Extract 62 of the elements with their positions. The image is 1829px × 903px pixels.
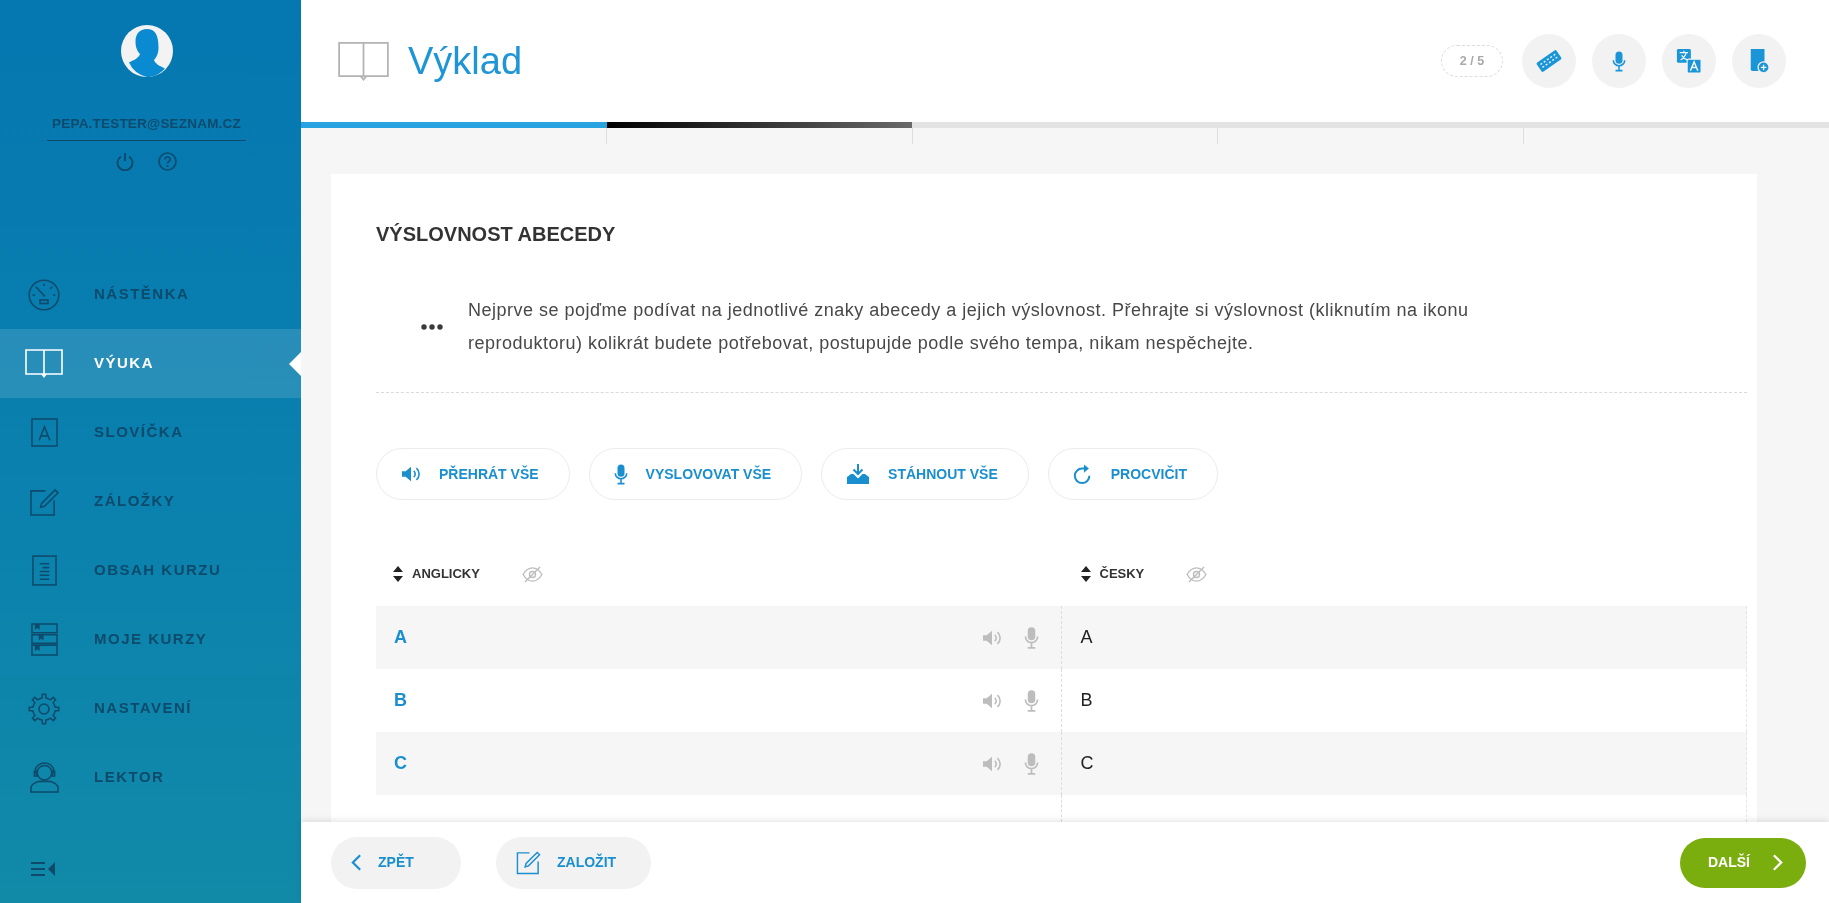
microphone-icon[interactable] <box>1023 626 1039 649</box>
czech-letter: C <box>1080 752 1094 775</box>
czech-letter: B <box>1080 689 1093 712</box>
bookmark-list-icon <box>30 623 58 656</box>
pointer-triangle-icon <box>289 352 301 376</box>
sidebar-item[interactable]: VÝUKA <box>0 329 301 398</box>
speaker-icon[interactable] <box>981 628 1002 647</box>
open-book-icon <box>338 41 389 81</box>
sidebar-item[interactable]: SLOVÍČKA <box>0 398 301 467</box>
power-icon[interactable] <box>116 152 134 171</box>
help-icon[interactable] <box>158 152 177 171</box>
next-button[interactable]: DALŠÍ <box>1680 837 1806 888</box>
note-pencil-icon <box>28 487 60 516</box>
speaker-icon[interactable] <box>981 754 1002 773</box>
translate-icon <box>1676 48 1702 74</box>
sidebar-item[interactable]: NASTAVENÍ <box>0 674 301 743</box>
english-letter: A <box>394 626 407 649</box>
download-tray-icon <box>846 463 871 485</box>
intro-paragraph: Nejprve se pojďme podívat na jednotlivé znaky abecedy a jejich výslovnost. Přehrajte si výslovnost (kliknutím na ikonu reproduktoru) kolikrát budete potřebovat, postupujde podle svého tempa, nikam nespěchejte. <box>468 299 1470 355</box>
open-book-icon <box>25 349 63 378</box>
column-label: ČESKY <box>1099 565 1145 584</box>
note-pencil-icon <box>516 850 541 875</box>
eye-slash-icon[interactable] <box>1186 565 1208 583</box>
gauge-icon <box>28 278 60 311</box>
column-label: ANGLICKY <box>412 565 480 584</box>
page-title: Výklad <box>408 42 523 80</box>
book-plus-icon <box>1748 48 1770 74</box>
eye-slash-icon[interactable] <box>521 565 543 583</box>
chevron-left-icon <box>351 853 362 872</box>
speaker-icon[interactable] <box>981 691 1002 710</box>
chevron-right-icon <box>1772 853 1783 872</box>
sort-icon[interactable] <box>1079 565 1092 583</box>
microphone-icon <box>1612 50 1626 72</box>
sidebar-item[interactable]: OBSAH KURZU <box>0 536 301 605</box>
document-icon <box>31 555 57 586</box>
action-button[interactable]: PROCVIČIT <box>1047 448 1218 500</box>
lesson-heading: VÝSLOVNOST ABECEDY <box>376 222 617 246</box>
user-email-link[interactable]: PEPA.TESTER@SEZNAM.CZ <box>47 114 246 141</box>
letter-card-icon <box>30 418 58 447</box>
action-button[interactable]: STÁHNOUT VŠE <box>821 448 1029 500</box>
english-letter: C <box>394 752 407 775</box>
sidebar-item[interactable]: MOJE KURZY <box>0 605 301 674</box>
english-letter: B <box>394 689 407 712</box>
action-button[interactable]: VYSLOVOVAT VŠE <box>588 448 803 500</box>
action-button[interactable]: PŘEHRÁT VŠE <box>376 448 570 500</box>
sidebar-item[interactable]: NÁSTĚNKA <box>0 260 301 329</box>
microphone-icon <box>613 463 628 485</box>
collapse-menu-icon[interactable] <box>30 861 56 877</box>
microphone-icon[interactable] <box>1023 689 1039 712</box>
sidebar-item[interactable]: ZÁLOŽKY <box>0 467 301 536</box>
avatar-silhouette[interactable] <box>120 25 173 77</box>
gear-icon <box>28 692 60 725</box>
back-button[interactable]: ZPĚT <box>331 836 461 889</box>
headset-person-icon <box>29 762 59 793</box>
sort-icon[interactable] <box>392 565 404 583</box>
speaker-icon <box>401 465 421 483</box>
sidebar-item[interactable]: LEKTOR <box>0 743 301 812</box>
czech-letter: A <box>1080 626 1093 649</box>
more-dots-icon <box>421 324 443 330</box>
bookmark-button[interactable]: ZALOŽIT <box>496 836 651 889</box>
refresh-icon <box>1072 463 1093 485</box>
microphone-icon[interactable] <box>1023 752 1039 775</box>
